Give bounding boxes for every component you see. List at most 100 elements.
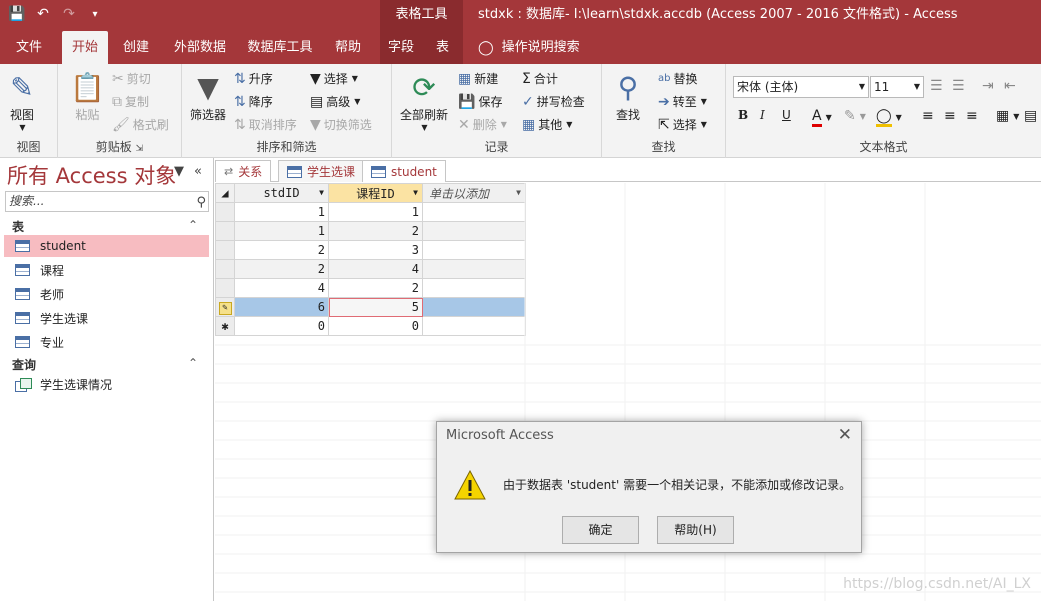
cell-course-id[interactable]: 0 [328,316,423,336]
font-size-select[interactable]: 11 ▼ [870,76,924,98]
cell-empty[interactable] [422,278,526,298]
dialog-launcher-icon[interactable]: ⇲ [136,144,144,154]
save-record-button[interactable]: 💾 保存 [458,93,502,110]
nav-item-enrollment-query[interactable]: 学生选课情况 [4,373,209,395]
column-header-stdid[interactable]: stdID ▼ [234,183,329,203]
remove-sort-button[interactable]: ⇅ 取消排序 [234,116,297,133]
customize-qat-icon[interactable]: ▾ [86,9,104,20]
more-button[interactable]: ▦ 其他 ▼ [522,116,572,133]
help-button[interactable]: 帮助(H) [657,516,734,544]
sort-asc-button[interactable]: ⇅ 升序 [234,70,273,87]
nav-item-teacher[interactable]: 老师 [4,283,209,305]
close-icon[interactable]: ✕ [838,425,852,445]
fill-color-button[interactable]: ◯ ▼ [876,108,902,127]
goto-button[interactable]: ➔ 转至 ▼ [658,93,707,110]
nav-section-queries[interactable]: 查询 ⌃ [12,356,198,373]
highlight-button[interactable]: ✎ ▼ [844,108,866,124]
cell-empty[interactable] [422,259,526,279]
cell-course-id[interactable]: 3 [328,240,423,260]
select-button[interactable]: ⇱ 选择 ▼ [658,116,707,133]
shutter-bar-close-icon[interactable]: « [194,164,202,179]
cell-course-id[interactable]: 2 [328,221,423,241]
format-painter-button[interactable]: 🖌 格式刷 [112,116,169,133]
nav-title[interactable]: 所有 Access 对象 [7,160,176,190]
underline-button[interactable]: U [782,108,791,122]
italic-button[interactable]: I [760,108,765,122]
cell-empty[interactable] [422,221,526,241]
tab-file[interactable]: 文件 [8,31,50,64]
totals-button[interactable]: Σ 合计 [522,70,558,87]
bullets-button[interactable]: ☰ [930,78,943,94]
nav-item-enrollment[interactable]: 学生选课 [4,307,209,329]
filter-button[interactable]: ▼ 筛选器 [190,70,226,123]
align-left-button[interactable]: ≡ [922,108,934,124]
cell-empty[interactable] [422,316,526,336]
refresh-all-button[interactable]: ⟳ 全部刷新 ▼ [400,70,448,132]
cell-empty[interactable] [422,202,526,222]
nav-search-input[interactable]: 搜索... ⚲ [5,191,209,212]
doc-tab-student[interactable]: student [362,160,446,182]
tab-home[interactable]: 开始 [62,31,108,64]
cell-course-id[interactable]: 2 [328,278,423,298]
cell-course-id-editing[interactable]: 5 [328,297,423,317]
paste-button[interactable]: 📋 粘贴 [70,70,105,123]
tab-table[interactable]: 表 [422,31,463,64]
search-icon[interactable]: ⚲ [196,193,206,212]
bold-button[interactable]: B [738,108,748,122]
align-right-button[interactable]: ≡ [966,108,978,124]
save-icon[interactable]: 💾 [8,6,26,22]
row-selector-editing[interactable]: ✎ [215,297,235,317]
cell-course-id[interactable]: 1 [328,202,423,222]
find-button[interactable]: ⚲ 查找 [616,70,640,123]
nav-item-major[interactable]: 专业 [4,331,209,353]
gridlines-button[interactable]: ▦ ▼ [996,108,1019,124]
redo-icon[interactable]: ↷ [60,6,78,22]
cell-stdid[interactable]: 6 [234,297,329,317]
doc-tab-relationships[interactable]: ⇄ 关系 [215,160,272,182]
view-button[interactable]: ✎ 视图 ▼ [10,70,34,132]
advanced-filter-button[interactable]: ▤ 高级 ▼ [310,93,360,110]
new-record-button[interactable]: ▦ 新建 [458,70,498,87]
align-center-button[interactable]: ≡ [944,108,956,124]
tab-external-data[interactable]: 外部数据 [168,31,232,64]
cell-stdid[interactable]: 1 [234,202,329,222]
cell-course-id[interactable]: 4 [328,259,423,279]
column-header-click-to-add[interactable]: 单击以添加 ▼ [422,183,526,203]
numbering-button[interactable]: ☰ [952,78,965,94]
ok-button[interactable]: 确定 [562,516,639,544]
tell-me-search[interactable]: ◯ 操作说明搜索 [478,31,588,64]
row-selector[interactable] [215,221,235,241]
chevron-up-icon[interactable]: ⌃ [188,218,198,232]
replace-button[interactable]: ab 替换 [658,70,698,87]
chevron-up-icon[interactable]: ⌃ [188,356,198,370]
outdent-button[interactable]: ⇤ [1004,78,1016,94]
cell-stdid[interactable]: 2 [234,259,329,279]
column-header-course-id[interactable]: 课程ID ▼ [328,183,423,203]
cell-empty[interactable] [422,240,526,260]
tab-create[interactable]: 创建 [116,31,156,64]
cell-stdid[interactable]: 2 [234,240,329,260]
chevron-down-icon[interactable]: ▼ [319,188,324,197]
row-selector-new[interactable]: ✱ [215,316,235,336]
toggle-filter-button[interactable]: ▼ 切换筛选 [310,116,372,133]
row-selector[interactable] [215,259,235,279]
nav-section-tables[interactable]: 表 ⌃ [12,218,198,235]
cell-stdid[interactable]: 1 [234,221,329,241]
selection-filter-button[interactable]: ▼ 选择 ▼ [310,70,358,87]
tab-database-tools[interactable]: 数据库工具 [244,31,316,64]
chevron-down-icon[interactable]: ▼ [516,188,521,197]
row-selector[interactable] [215,202,235,222]
cell-stdid[interactable]: 4 [234,278,329,298]
nav-menu-chevron-icon[interactable]: ▼ [174,164,184,179]
alt-row-color-button[interactable]: ▤ [1024,108,1037,124]
cell-empty[interactable] [422,297,526,317]
undo-icon[interactable]: ↶ [34,6,52,22]
delete-record-button[interactable]: ✕ 删除 ▼ [458,116,507,133]
sort-desc-button[interactable]: ⇅ 降序 [234,93,273,110]
spelling-button[interactable]: ✓ 拼写检查 [522,93,585,110]
copy-button[interactable]: ⧉ 复制 [112,93,149,110]
doc-tab-enrollment[interactable]: 学生选课 [278,160,365,182]
tab-fields[interactable]: 字段 [380,31,422,64]
select-all-corner[interactable]: ◢ [215,183,235,203]
nav-item-course[interactable]: 课程 [4,259,209,281]
